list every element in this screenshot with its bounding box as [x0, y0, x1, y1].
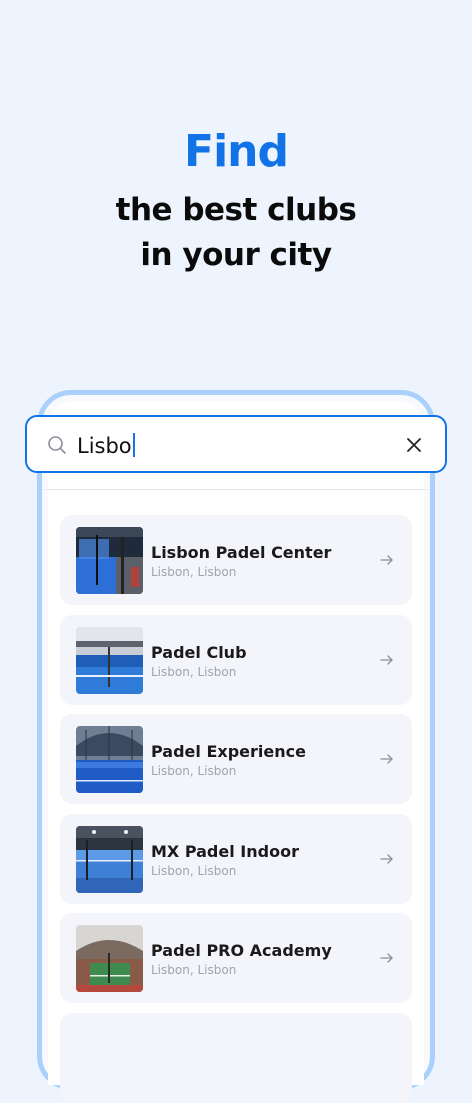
club-card[interactable]: Padel Experience Lisbon, Lisbon — [60, 714, 412, 804]
arrow-right-icon — [380, 953, 393, 963]
search-input-value: Lisbo — [77, 434, 132, 458]
club-location: Lisbon, Lisbon — [151, 764, 237, 778]
club-location: Lisbon, Lisbon — [151, 565, 237, 579]
club-card[interactable]: Padel Club Lisbon, Lisbon — [60, 615, 412, 705]
search-icon — [48, 436, 66, 454]
arrow-right-icon — [380, 655, 393, 665]
headline-line-1: the best clubs — [115, 192, 357, 228]
search-input[interactable]: Lisbo — [77, 433, 135, 458]
arrow-right-icon — [380, 854, 393, 864]
text-cursor — [132, 433, 135, 457]
club-card[interactable]: Padel PRO Academy Lisbon, Lisbon — [60, 913, 412, 1003]
club-name: Padel Club — [151, 643, 247, 662]
club-thumbnail — [76, 925, 143, 992]
club-thumbnail — [76, 826, 143, 893]
club-location: Lisbon, Lisbon — [151, 864, 237, 878]
arrow-right-icon — [380, 555, 393, 565]
club-location: Lisbon, Lisbon — [151, 665, 237, 679]
club-name: Padel PRO Academy — [151, 941, 332, 960]
club-card-partial[interactable] — [60, 1013, 412, 1103]
club-thumbnail — [76, 527, 143, 594]
headline-line-2: in your city — [140, 237, 332, 273]
club-location: Lisbon, Lisbon — [151, 963, 237, 977]
club-thumbnail — [76, 726, 143, 793]
club-name: Lisbon Padel Center — [151, 543, 332, 562]
search-bar[interactable]: Lisbo — [25, 415, 447, 473]
club-name: MX Padel Indoor — [151, 842, 299, 861]
screen-divider — [44, 489, 428, 490]
club-name: Padel Experience — [151, 742, 306, 761]
club-card[interactable]: MX Padel Indoor Lisbon, Lisbon — [60, 814, 412, 904]
club-card[interactable]: Lisbon Padel Center Lisbon, Lisbon — [60, 515, 412, 605]
arrow-right-icon — [380, 754, 393, 764]
close-icon[interactable] — [405, 436, 423, 454]
headline-accent: Find — [184, 126, 289, 177]
club-thumbnail — [76, 627, 143, 694]
